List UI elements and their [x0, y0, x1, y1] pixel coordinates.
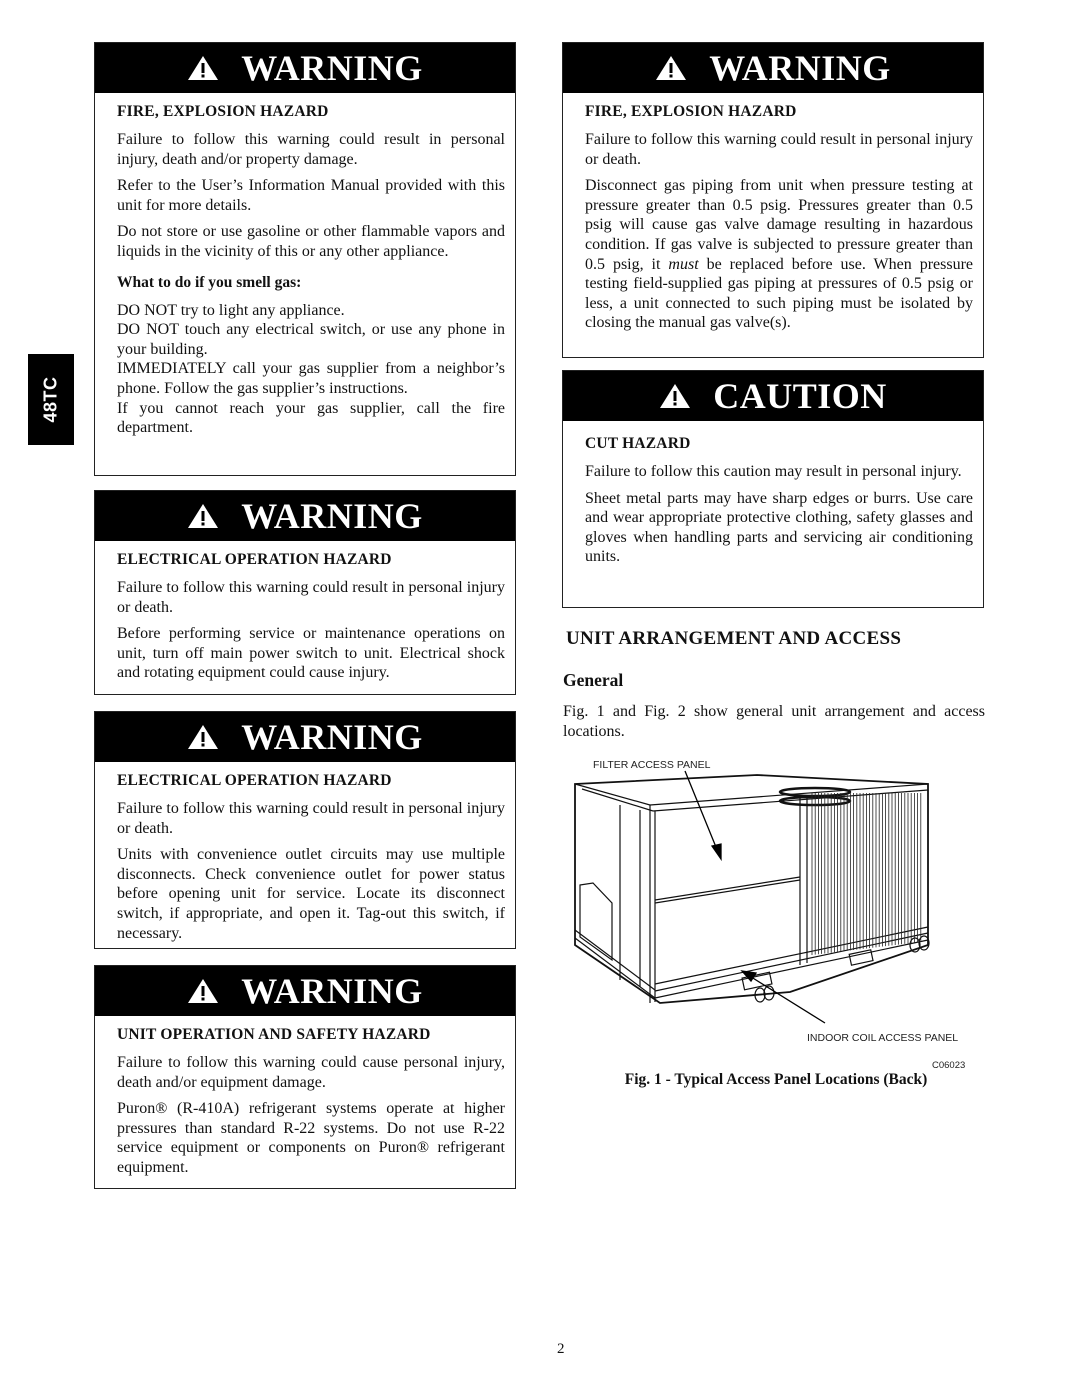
warning-box-electrical-2: WARNING ELECTRICAL OPERATION HAZARD Fail…: [94, 711, 516, 949]
hazard-paragraph: Failure to follow this caution may resul…: [585, 463, 962, 480]
warning-triangle-icon: [188, 56, 219, 80]
condenser-coil-fins: [811, 793, 922, 955]
warning-triangle-icon: [188, 725, 219, 749]
signal-word: WARNING: [241, 971, 423, 1011]
signal-word: WARNING: [241, 717, 423, 757]
warning-header: WARNING: [563, 43, 983, 93]
hazard-paragraph: Units with convenience outlet circuits m…: [117, 846, 505, 942]
figure-code: C06023: [932, 1060, 965, 1071]
product-side-tab: 48TC: [28, 354, 74, 445]
instruction-line: DO NOT touch any electrical switch, or u…: [117, 321, 505, 358]
warning-header: WARNING: [95, 712, 515, 762]
intro-paragraph: Fig. 1 and Fig. 2 show general unit arra…: [563, 703, 985, 740]
instruction-line: IMMEDIATELY call your gas supplier from …: [117, 360, 505, 397]
warning-header: WARNING: [95, 966, 515, 1016]
side-tab-label: 48TC: [40, 376, 61, 423]
hazard-title: FIRE, EXPLOSION HAZARD: [117, 103, 329, 120]
hazard-paragraph: Before performing service or maintenance…: [117, 625, 505, 682]
hazard-paragraph: Do not store or use gasoline or other fl…: [117, 223, 505, 260]
unit-illustration: FILTER ACCESS PANEL INDOOR COIL ACCESS P…: [574, 759, 965, 1071]
subsection-title: General: [563, 670, 624, 690]
hazard-paragraph: Sheet metal parts may have sharp edges o…: [585, 489, 973, 566]
warning-header: WARNING: [95, 43, 515, 93]
indoor-coil-access-panel-label: INDOOR COIL ACCESS PANEL: [807, 1032, 958, 1044]
figure-unit-access-panels: FILTER ACCESS PANEL INDOOR COIL ACCESS P…: [560, 755, 990, 1075]
hazard-title: FIRE, EXPLOSION HAZARD: [585, 103, 797, 120]
hazard-paragraph: Failure to follow this warning could res…: [117, 800, 505, 837]
gas-smell-subheading: What to do if you smell gas:: [117, 273, 302, 291]
hazard-paragraph: Failure to follow this warning could res…: [117, 131, 505, 168]
page-number: 2: [557, 1341, 565, 1357]
signal-word: WARNING: [241, 48, 423, 88]
figure-caption: Fig. 1 - Typical Access Panel Locations …: [624, 1071, 928, 1088]
hazard-paragraph: Disconnect gas piping from unit when pre…: [585, 177, 974, 332]
instruction-line: DO NOT try to light any appliance.: [117, 301, 345, 319]
warning-box-electrical-1: WARNING ELECTRICAL OPERATION HAZARD Fail…: [94, 490, 516, 695]
warning-triangle-icon: [188, 979, 219, 1003]
warning-triangle-icon: [660, 384, 691, 408]
hazard-title: ELECTRICAL OPERATION HAZARD: [117, 772, 392, 789]
signal-word: CAUTION: [713, 376, 887, 416]
hazard-paragraph: Puron® (R-410A) refrigerant systems oper…: [117, 1100, 505, 1176]
hazard-paragraph: Failure to follow this warning could res…: [117, 579, 505, 616]
section-title: UNIT ARRANGEMENT AND ACCESS: [566, 628, 902, 649]
warning-box-gas-pressure: WARNING FIRE, EXPLOSION HAZARD Failure t…: [562, 42, 984, 358]
hazard-title: CUT HAZARD: [585, 435, 691, 452]
warning-header: WARNING: [95, 491, 515, 541]
warning-box-unit-operation: WARNING UNIT OPERATION AND SAFETY HAZARD…: [94, 965, 516, 1189]
warning-triangle-icon: [188, 504, 219, 528]
hazard-paragraph: Failure to follow this warning could res…: [585, 131, 973, 168]
warning-box-fire-explosion: WARNING FIRE, EXPLOSION HAZARD Failure t…: [94, 42, 516, 476]
caution-box-cut-hazard: CAUTION CUT HAZARD Failure to follow thi…: [562, 370, 984, 608]
warning-triangle-icon: [656, 56, 687, 80]
instruction-line: If you cannot reach your gas supplier, c…: [117, 399, 505, 437]
signal-word: WARNING: [241, 496, 423, 536]
caution-header: CAUTION: [563, 371, 983, 421]
hazard-paragraph: Failure to follow this warning could cau…: [117, 1054, 505, 1091]
hazard-title: UNIT OPERATION AND SAFETY HAZARD: [117, 1026, 431, 1043]
hazard-paragraph: Refer to the User’s Information Manual p…: [117, 177, 505, 214]
filter-access-panel-label: FILTER ACCESS PANEL: [593, 759, 711, 771]
signal-word: WARNING: [709, 48, 891, 88]
hazard-title: ELECTRICAL OPERATION HAZARD: [117, 551, 392, 568]
